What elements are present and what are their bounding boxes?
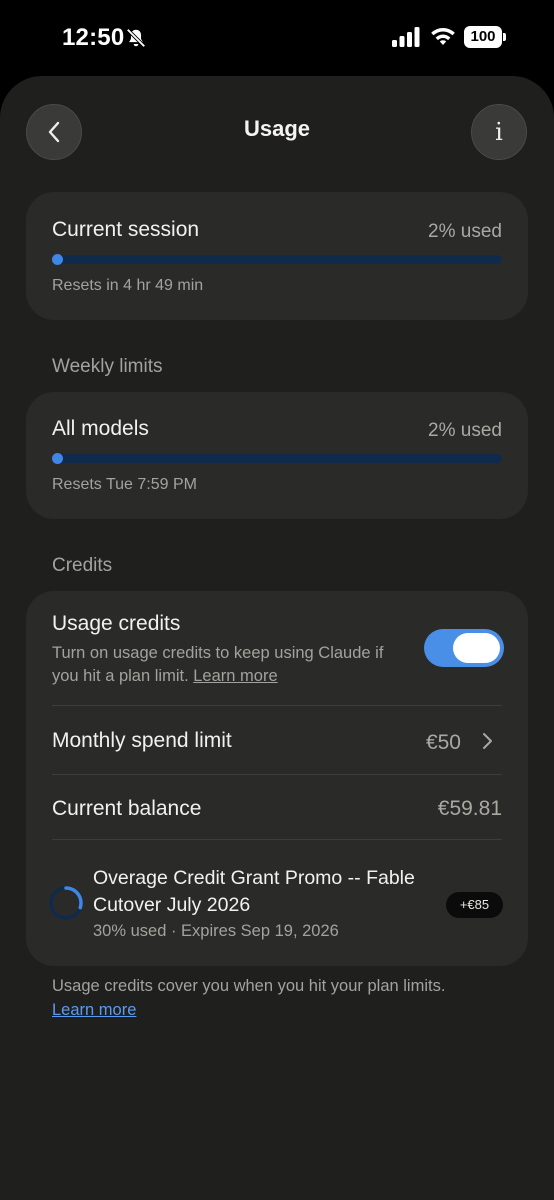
- credits-label: Credits: [52, 555, 113, 576]
- monthly-spend-limit-label: Monthly spend limit: [52, 729, 232, 752]
- usage-credits-description: Turn on usage credits to keep using Clau…: [52, 642, 412, 688]
- promo-progress-ring-icon: [49, 886, 83, 920]
- promo-meta: 30% used · Expires Sep 19, 2026: [93, 922, 339, 940]
- usage-credits-toggle[interactable]: [424, 629, 504, 667]
- toggle-knob: [453, 633, 500, 663]
- footer-note-text: Usage credits cover you when you hit you…: [52, 977, 446, 995]
- credits-card: Usage credits Turn on usage credits to k…: [26, 591, 528, 966]
- current-session-reset: Resets in 4 hr 49 min: [52, 277, 204, 294]
- status-time: 12:50: [62, 24, 125, 51]
- signal-icon: [392, 27, 420, 47]
- all-models-used: 2% used: [428, 420, 502, 441]
- promo-amount-badge: +€85: [446, 892, 503, 918]
- usage-credits-title: Usage credits: [52, 612, 181, 635]
- battery-level: 100: [464, 26, 502, 48]
- monthly-spend-limit-value: €50: [425, 731, 461, 754]
- current-session-card: Current session 2% used Resets in 4 hr 4…: [26, 192, 528, 320]
- footer-note: Usage credits cover you when you hit you…: [52, 974, 512, 1022]
- weekly-limits-label: Weekly limits: [52, 356, 163, 377]
- all-models-progress-track: [52, 453, 502, 464]
- battery-icon: 100: [464, 26, 506, 48]
- all-models-reset: Resets Tue 7:59 PM: [52, 476, 197, 493]
- wifi-icon: [431, 28, 455, 45]
- info-button[interactable]: i: [471, 104, 527, 160]
- current-balance-label: Current balance: [52, 797, 202, 820]
- promo-title: Overage Credit Grant Promo -- Fable Cuto…: [93, 867, 415, 916]
- current-session-progress-fill: [52, 254, 63, 265]
- current-balance-value: €59.81: [437, 797, 502, 820]
- status-bar: 12:50 100: [0, 0, 554, 76]
- battery-tip: [503, 33, 506, 41]
- divider: [52, 839, 502, 840]
- weekly-limits-card: All models 2% used Resets Tue 7:59 PM: [26, 392, 528, 519]
- footer-learn-more-link[interactable]: Learn more: [52, 1001, 136, 1019]
- current-session-title: Current session: [52, 218, 200, 241]
- current-session-used: 2% used: [428, 221, 502, 242]
- current-session-progress-track: [52, 254, 502, 265]
- usage-credits-learn-more-link[interactable]: Learn more: [193, 667, 277, 685]
- all-models-progress-fill: [52, 453, 63, 464]
- usage-sheet: Usage i Current session 2% used Resets i…: [0, 76, 554, 1200]
- monthly-spend-limit-row[interactable]: Monthly spend limit €50: [26, 706, 528, 774]
- info-icon: i: [495, 118, 503, 146]
- chevron-right-icon: [483, 733, 492, 749]
- all-models-title: All models: [52, 417, 149, 440]
- bell-off-icon: [126, 28, 146, 48]
- divider: [52, 774, 502, 775]
